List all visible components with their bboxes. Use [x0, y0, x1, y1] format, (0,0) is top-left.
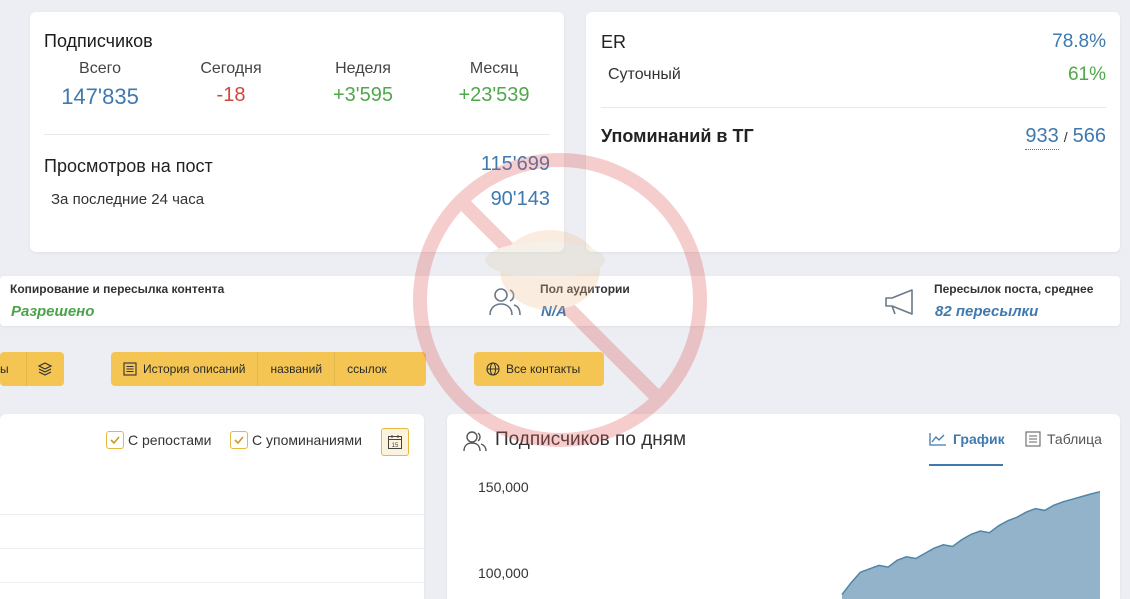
mentions-label: С упоминаниями: [252, 432, 362, 448]
checkbox-box: [106, 431, 124, 449]
divider: [44, 134, 550, 135]
subscribers-title: Подписчиков: [44, 31, 153, 51]
stat-month-label: Месяц: [469, 60, 519, 77]
stat-week-value: +3'595: [333, 84, 393, 106]
divider: [601, 107, 1106, 108]
partial-button[interactable]: ы: [0, 352, 26, 386]
contacts-label: Все контакты: [506, 362, 581, 376]
stat-week-label: Неделя: [335, 60, 391, 77]
stat-today: Сегодня -18: [181, 60, 281, 107]
er-daily-value: 61%: [1067, 64, 1106, 85]
checkbox-box: [230, 431, 248, 449]
forwards-label: Пересылок поста, среднее: [934, 282, 1094, 296]
er-card: ER 78.8% Суточный 61% Упоминаний в ТГ 93…: [586, 12, 1120, 252]
mentions-total-link[interactable]: 933: [1025, 125, 1059, 150]
globe-icon: [486, 362, 500, 376]
history-descriptions-button[interactable]: История описаний: [111, 352, 257, 386]
mentions-checkbox[interactable]: С упоминаниями: [230, 431, 362, 449]
copy-value: Разрешено: [11, 303, 95, 320]
contacts-button-group: Все контакты: [474, 352, 604, 386]
calendar-icon: 15: [388, 435, 402, 449]
subscribers-chart-card: Подписчиков по дням График Таблица 150,0…: [447, 414, 1120, 599]
megaphone-icon: [885, 289, 913, 315]
stat-week: Неделя +3'595: [313, 60, 413, 107]
mentions-value: 933/566: [1025, 125, 1106, 150]
stat-today-label: Сегодня: [200, 60, 262, 77]
views-24h-label: За последние 24 часа: [51, 191, 205, 208]
history-names-button[interactable]: названий: [257, 352, 334, 386]
chart-plot: [841, 490, 1101, 599]
gender-label: Пол аудитории: [540, 282, 630, 296]
row-divider: [0, 582, 424, 583]
contacts-button[interactable]: Все контакты: [474, 352, 592, 386]
check-icon: [234, 436, 244, 445]
stat-total-label: Всего: [79, 60, 121, 77]
check-icon: [110, 436, 120, 445]
layers-icon: [37, 362, 53, 376]
info-strip: Копирование и пересылка контента Разреше…: [0, 276, 1120, 326]
reposts-label: С репостами: [128, 432, 212, 448]
history-links-button[interactable]: ссылок: [334, 352, 399, 386]
reposts-checkbox[interactable]: С репостами: [106, 431, 211, 449]
stat-total: Всего 147'835: [50, 60, 150, 110]
forwards-value: 82 пересылки: [935, 303, 1039, 320]
gender-value: N/A: [541, 303, 567, 320]
er-value: 78.8%: [1052, 31, 1106, 52]
history-descriptions-label: История описаний: [143, 362, 246, 376]
row-divider: [0, 514, 424, 515]
stat-total-value: 147'835: [61, 84, 139, 109]
subscribers-card: Подписчиков Всего 147'835 Сегодня -18 Не…: [30, 12, 564, 252]
copy-label: Копирование и пересылка контента: [10, 282, 225, 296]
layers-button[interactable]: [26, 352, 63, 386]
stat-today-value: -18: [216, 84, 246, 106]
users-icon: [489, 288, 521, 316]
history-button-group: История описаний названий ссылок: [111, 352, 426, 386]
chart-area: [842, 491, 1100, 599]
calendar-button[interactable]: 15: [381, 428, 409, 456]
mentions-unique: 566: [1072, 125, 1106, 147]
views-value: 115'699: [480, 153, 550, 175]
posts-card: С репостами С упоминаниями 15: [0, 414, 424, 599]
views-24h-value: 90'143: [490, 188, 550, 210]
mentions-separator: /: [1063, 129, 1068, 145]
calendar-day: 15: [392, 443, 399, 449]
stat-month-value: +23'539: [458, 84, 530, 106]
er-daily-label: Суточный: [608, 66, 681, 83]
partial-button-group: ы: [0, 352, 64, 386]
list-icon: [123, 362, 137, 376]
stat-month: Месяц +23'539: [444, 60, 544, 107]
mentions-title: Упоминаний в ТГ: [601, 126, 754, 146]
er-title: ER: [601, 32, 627, 52]
views-title: Просмотров на пост: [44, 156, 213, 176]
row-divider: [0, 548, 424, 549]
